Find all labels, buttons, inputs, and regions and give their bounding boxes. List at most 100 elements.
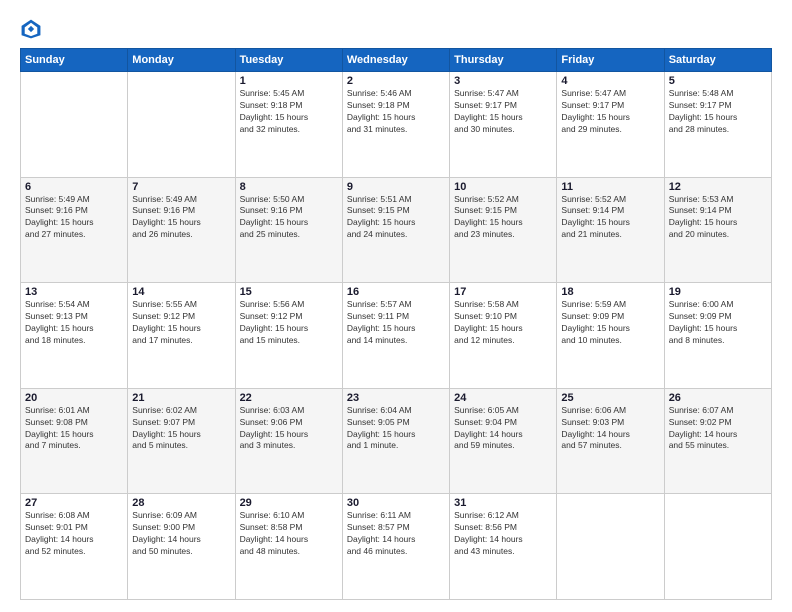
day-number: 19 bbox=[669, 286, 767, 298]
day-info: Sunrise: 5:47 AMSunset: 9:17 PMDaylight:… bbox=[454, 88, 552, 136]
calendar-week-row: 1Sunrise: 5:45 AMSunset: 9:18 PMDaylight… bbox=[21, 72, 772, 178]
day-number: 13 bbox=[25, 286, 123, 298]
calendar-cell: 9Sunrise: 5:51 AMSunset: 9:15 PMDaylight… bbox=[342, 177, 449, 283]
weekday-header-tuesday: Tuesday bbox=[235, 49, 342, 72]
calendar-cell: 2Sunrise: 5:46 AMSunset: 9:18 PMDaylight… bbox=[342, 72, 449, 178]
day-number: 24 bbox=[454, 392, 552, 404]
day-info: Sunrise: 6:07 AMSunset: 9:02 PMDaylight:… bbox=[669, 405, 767, 453]
calendar-cell: 28Sunrise: 6:09 AMSunset: 9:00 PMDayligh… bbox=[128, 494, 235, 600]
day-info: Sunrise: 5:49 AMSunset: 9:16 PMDaylight:… bbox=[25, 194, 123, 242]
calendar-cell: 21Sunrise: 6:02 AMSunset: 9:07 PMDayligh… bbox=[128, 388, 235, 494]
calendar-cell: 5Sunrise: 5:48 AMSunset: 9:17 PMDaylight… bbox=[664, 72, 771, 178]
day-info: Sunrise: 5:56 AMSunset: 9:12 PMDaylight:… bbox=[240, 299, 338, 347]
day-info: Sunrise: 5:47 AMSunset: 9:17 PMDaylight:… bbox=[561, 88, 659, 136]
calendar-cell: 31Sunrise: 6:12 AMSunset: 8:56 PMDayligh… bbox=[450, 494, 557, 600]
calendar-cell: 27Sunrise: 6:08 AMSunset: 9:01 PMDayligh… bbox=[21, 494, 128, 600]
calendar-cell: 8Sunrise: 5:50 AMSunset: 9:16 PMDaylight… bbox=[235, 177, 342, 283]
calendar-cell: 11Sunrise: 5:52 AMSunset: 9:14 PMDayligh… bbox=[557, 177, 664, 283]
day-number: 29 bbox=[240, 497, 338, 509]
day-info: Sunrise: 6:01 AMSunset: 9:08 PMDaylight:… bbox=[25, 405, 123, 453]
day-number: 18 bbox=[561, 286, 659, 298]
calendar-week-row: 13Sunrise: 5:54 AMSunset: 9:13 PMDayligh… bbox=[21, 283, 772, 389]
weekday-header-sunday: Sunday bbox=[21, 49, 128, 72]
day-info: Sunrise: 5:52 AMSunset: 9:15 PMDaylight:… bbox=[454, 194, 552, 242]
day-info: Sunrise: 5:58 AMSunset: 9:10 PMDaylight:… bbox=[454, 299, 552, 347]
calendar-cell: 13Sunrise: 5:54 AMSunset: 9:13 PMDayligh… bbox=[21, 283, 128, 389]
day-number: 25 bbox=[561, 392, 659, 404]
calendar-cell: 3Sunrise: 5:47 AMSunset: 9:17 PMDaylight… bbox=[450, 72, 557, 178]
day-info: Sunrise: 5:53 AMSunset: 9:14 PMDaylight:… bbox=[669, 194, 767, 242]
calendar-cell: 23Sunrise: 6:04 AMSunset: 9:05 PMDayligh… bbox=[342, 388, 449, 494]
day-number: 31 bbox=[454, 497, 552, 509]
calendar-week-row: 27Sunrise: 6:08 AMSunset: 9:01 PMDayligh… bbox=[21, 494, 772, 600]
day-info: Sunrise: 6:08 AMSunset: 9:01 PMDaylight:… bbox=[25, 510, 123, 558]
calendar-cell: 4Sunrise: 5:47 AMSunset: 9:17 PMDaylight… bbox=[557, 72, 664, 178]
weekday-header-row: SundayMondayTuesdayWednesdayThursdayFrid… bbox=[21, 49, 772, 72]
weekday-header-saturday: Saturday bbox=[664, 49, 771, 72]
day-number: 7 bbox=[132, 181, 230, 193]
day-number: 26 bbox=[669, 392, 767, 404]
day-number: 23 bbox=[347, 392, 445, 404]
weekday-header-wednesday: Wednesday bbox=[342, 49, 449, 72]
weekday-header-friday: Friday bbox=[557, 49, 664, 72]
calendar-cell: 29Sunrise: 6:10 AMSunset: 8:58 PMDayligh… bbox=[235, 494, 342, 600]
day-info: Sunrise: 6:06 AMSunset: 9:03 PMDaylight:… bbox=[561, 405, 659, 453]
day-number: 1 bbox=[240, 75, 338, 87]
page: SundayMondayTuesdayWednesdayThursdayFrid… bbox=[0, 0, 792, 612]
day-info: Sunrise: 6:02 AMSunset: 9:07 PMDaylight:… bbox=[132, 405, 230, 453]
day-info: Sunrise: 5:54 AMSunset: 9:13 PMDaylight:… bbox=[25, 299, 123, 347]
calendar-cell: 19Sunrise: 6:00 AMSunset: 9:09 PMDayligh… bbox=[664, 283, 771, 389]
calendar-cell: 20Sunrise: 6:01 AMSunset: 9:08 PMDayligh… bbox=[21, 388, 128, 494]
day-number: 16 bbox=[347, 286, 445, 298]
calendar-cell: 30Sunrise: 6:11 AMSunset: 8:57 PMDayligh… bbox=[342, 494, 449, 600]
day-number: 17 bbox=[454, 286, 552, 298]
calendar-cell bbox=[664, 494, 771, 600]
day-info: Sunrise: 6:00 AMSunset: 9:09 PMDaylight:… bbox=[669, 299, 767, 347]
calendar-cell: 18Sunrise: 5:59 AMSunset: 9:09 PMDayligh… bbox=[557, 283, 664, 389]
day-info: Sunrise: 6:11 AMSunset: 8:57 PMDaylight:… bbox=[347, 510, 445, 558]
day-number: 27 bbox=[25, 497, 123, 509]
day-info: Sunrise: 5:46 AMSunset: 9:18 PMDaylight:… bbox=[347, 88, 445, 136]
day-info: Sunrise: 5:52 AMSunset: 9:14 PMDaylight:… bbox=[561, 194, 659, 242]
logo-icon bbox=[20, 18, 42, 40]
day-number: 3 bbox=[454, 75, 552, 87]
calendar-cell: 15Sunrise: 5:56 AMSunset: 9:12 PMDayligh… bbox=[235, 283, 342, 389]
weekday-header-thursday: Thursday bbox=[450, 49, 557, 72]
day-number: 8 bbox=[240, 181, 338, 193]
calendar-cell: 25Sunrise: 6:06 AMSunset: 9:03 PMDayligh… bbox=[557, 388, 664, 494]
day-number: 30 bbox=[347, 497, 445, 509]
day-number: 10 bbox=[454, 181, 552, 193]
day-number: 21 bbox=[132, 392, 230, 404]
calendar-cell: 12Sunrise: 5:53 AMSunset: 9:14 PMDayligh… bbox=[664, 177, 771, 283]
day-number: 22 bbox=[240, 392, 338, 404]
logo bbox=[20, 18, 46, 40]
day-info: Sunrise: 5:49 AMSunset: 9:16 PMDaylight:… bbox=[132, 194, 230, 242]
day-number: 20 bbox=[25, 392, 123, 404]
day-info: Sunrise: 6:04 AMSunset: 9:05 PMDaylight:… bbox=[347, 405, 445, 453]
calendar-week-row: 6Sunrise: 5:49 AMSunset: 9:16 PMDaylight… bbox=[21, 177, 772, 283]
calendar-cell: 22Sunrise: 6:03 AMSunset: 9:06 PMDayligh… bbox=[235, 388, 342, 494]
day-info: Sunrise: 5:50 AMSunset: 9:16 PMDaylight:… bbox=[240, 194, 338, 242]
calendar-cell: 10Sunrise: 5:52 AMSunset: 9:15 PMDayligh… bbox=[450, 177, 557, 283]
day-number: 12 bbox=[669, 181, 767, 193]
day-number: 14 bbox=[132, 286, 230, 298]
calendar-cell: 7Sunrise: 5:49 AMSunset: 9:16 PMDaylight… bbox=[128, 177, 235, 283]
day-number: 4 bbox=[561, 75, 659, 87]
day-info: Sunrise: 6:10 AMSunset: 8:58 PMDaylight:… bbox=[240, 510, 338, 558]
day-info: Sunrise: 5:59 AMSunset: 9:09 PMDaylight:… bbox=[561, 299, 659, 347]
calendar-week-row: 20Sunrise: 6:01 AMSunset: 9:08 PMDayligh… bbox=[21, 388, 772, 494]
calendar-cell: 17Sunrise: 5:58 AMSunset: 9:10 PMDayligh… bbox=[450, 283, 557, 389]
weekday-header-monday: Monday bbox=[128, 49, 235, 72]
day-info: Sunrise: 5:48 AMSunset: 9:17 PMDaylight:… bbox=[669, 88, 767, 136]
day-info: Sunrise: 5:51 AMSunset: 9:15 PMDaylight:… bbox=[347, 194, 445, 242]
calendar-cell: 6Sunrise: 5:49 AMSunset: 9:16 PMDaylight… bbox=[21, 177, 128, 283]
day-info: Sunrise: 6:05 AMSunset: 9:04 PMDaylight:… bbox=[454, 405, 552, 453]
day-number: 6 bbox=[25, 181, 123, 193]
day-number: 9 bbox=[347, 181, 445, 193]
day-number: 5 bbox=[669, 75, 767, 87]
calendar-cell: 14Sunrise: 5:55 AMSunset: 9:12 PMDayligh… bbox=[128, 283, 235, 389]
day-number: 28 bbox=[132, 497, 230, 509]
calendar-cell: 16Sunrise: 5:57 AMSunset: 9:11 PMDayligh… bbox=[342, 283, 449, 389]
calendar-cell bbox=[557, 494, 664, 600]
day-info: Sunrise: 5:55 AMSunset: 9:12 PMDaylight:… bbox=[132, 299, 230, 347]
